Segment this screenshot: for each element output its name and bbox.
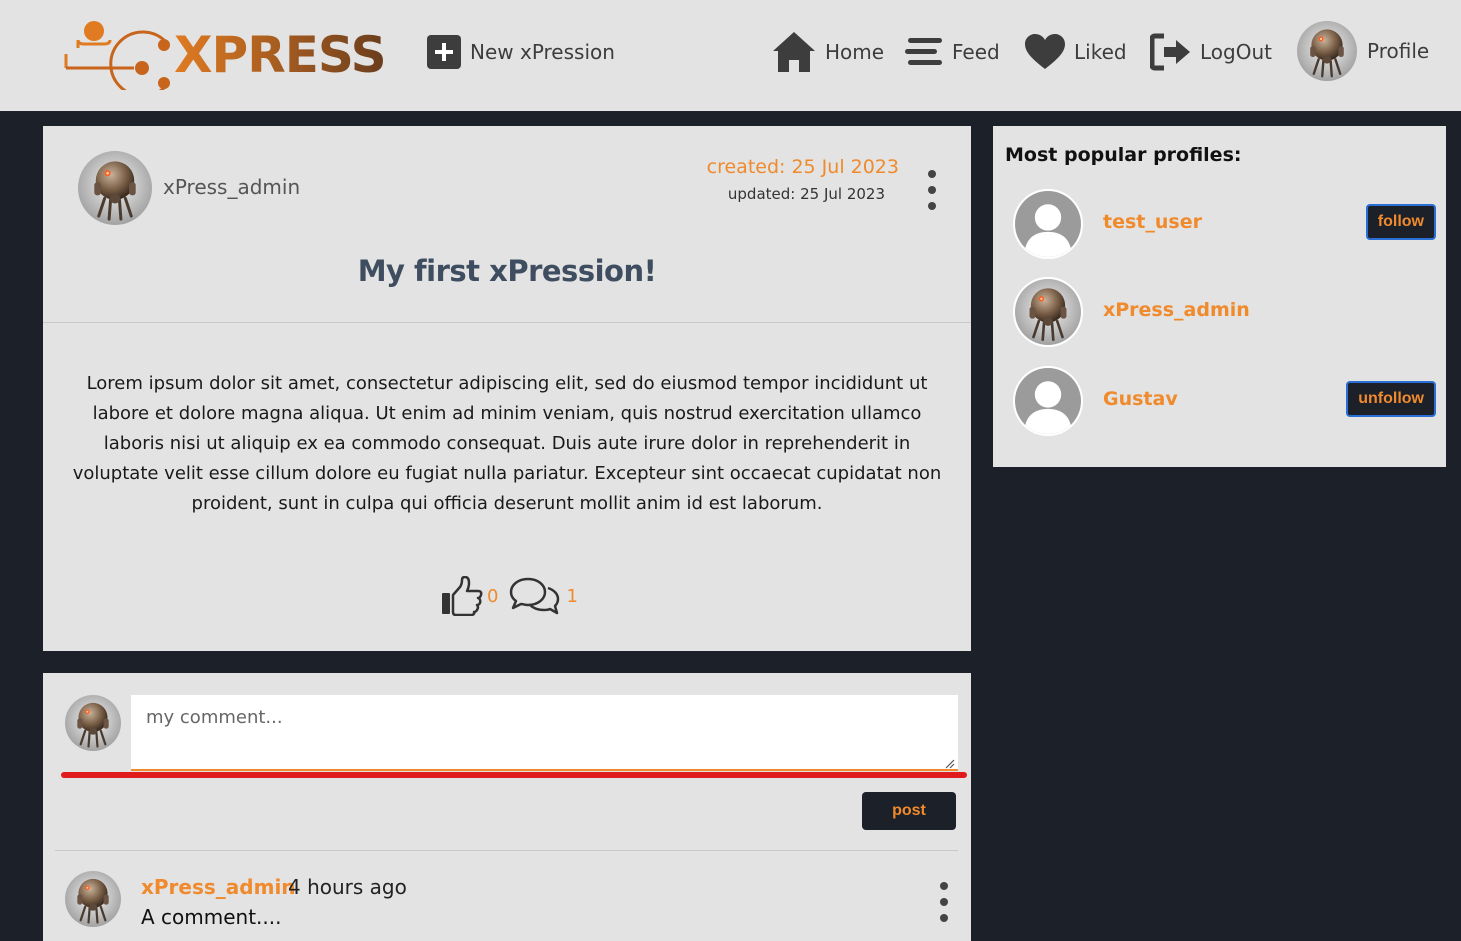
liked-label: Liked <box>1074 40 1127 64</box>
logout-icon <box>1150 33 1190 71</box>
navbar: XPRESS New xPression Home Feed Liked Log… <box>0 0 1461 111</box>
unfollow-button[interactable]: unfollow <box>1346 381 1436 417</box>
plus-square-icon <box>427 35 461 69</box>
feed-link[interactable]: Feed <box>904 30 1000 74</box>
popular-profiles-title: Most popular profiles: <box>1005 144 1242 166</box>
like-count: 0 <box>487 585 499 607</box>
post-comment-button[interactable]: post <box>862 792 956 830</box>
avatar[interactable] <box>1013 189 1083 259</box>
highlight-underline <box>61 772 967 778</box>
author-avatar[interactable] <box>78 151 152 225</box>
post-created-date: created: 25 Jul 2023 <box>706 156 899 178</box>
resize-handle-icon[interactable] <box>943 757 955 769</box>
thumbs-up-icon[interactable] <box>441 576 483 616</box>
home-icon <box>773 32 815 72</box>
post-author[interactable]: xPress_admin <box>163 175 300 199</box>
new-xpression-label: New xPression <box>470 40 615 64</box>
heart-icon <box>1025 34 1065 69</box>
home-link[interactable]: Home <box>771 30 884 74</box>
comment-text: A comment.... <box>141 905 282 929</box>
avatar <box>65 695 121 751</box>
liked-link[interactable]: Liked <box>1024 30 1127 74</box>
new-xpression-link[interactable]: New xPression <box>426 30 615 74</box>
profile-label: Profile <box>1367 39 1430 63</box>
comment-count: 1 <box>566 585 578 607</box>
logout-label: LogOut <box>1200 40 1272 64</box>
post-card: xPress_admin created: 25 Jul 2023 update… <box>43 126 971 651</box>
profile-row-test-user: test_user follow <box>1013 189 1436 259</box>
logout-link[interactable]: LogOut <box>1150 30 1272 74</box>
comments-icon[interactable] <box>508 576 562 616</box>
avatar[interactable] <box>1013 366 1083 436</box>
post-actions: 0 1 <box>441 576 588 616</box>
logo-network-icon <box>64 21 170 90</box>
divider <box>43 322 971 323</box>
avatar[interactable] <box>65 871 121 927</box>
profile-row-gustav: Gustav unfollow <box>1013 366 1436 436</box>
profile-link[interactable]: Profile <box>1297 20 1429 82</box>
avatar <box>1297 21 1357 81</box>
avatar[interactable] <box>1013 277 1083 347</box>
post-body: Lorem ipsum dolor sit amet, consectetur … <box>72 373 942 514</box>
comment-author[interactable]: xPress_admin <box>141 875 296 899</box>
xpress-logo[interactable]: XPRESS <box>64 18 387 90</box>
divider <box>55 850 958 851</box>
home-label: Home <box>825 40 885 64</box>
feed-label: Feed <box>952 40 1000 64</box>
comment-time: 4 hours ago <box>288 875 407 899</box>
profile-name[interactable]: test_user <box>1103 211 1202 233</box>
comments-section: post xPress_admin 4 hours ago A comment.… <box>43 673 971 941</box>
popular-profiles-panel: Most popular profiles: test_user follow … <box>993 126 1446 467</box>
profile-name[interactable]: xPress_admin <box>1103 299 1250 321</box>
comment-menu-icon[interactable] <box>938 882 950 922</box>
post-updated-date: updated: 25 Jul 2023 <box>727 185 885 203</box>
comment-input[interactable] <box>131 695 958 771</box>
post-title: My first xPression! <box>357 254 657 288</box>
profile-name[interactable]: Gustav <box>1103 388 1178 410</box>
logo-wordmark: XPRESS <box>174 26 387 84</box>
post-menu-icon[interactable] <box>926 170 938 210</box>
follow-button[interactable]: follow <box>1365 204 1436 240</box>
feed-icon <box>905 38 942 65</box>
profile-row-xpress-admin: xPress_admin <box>1013 277 1433 347</box>
